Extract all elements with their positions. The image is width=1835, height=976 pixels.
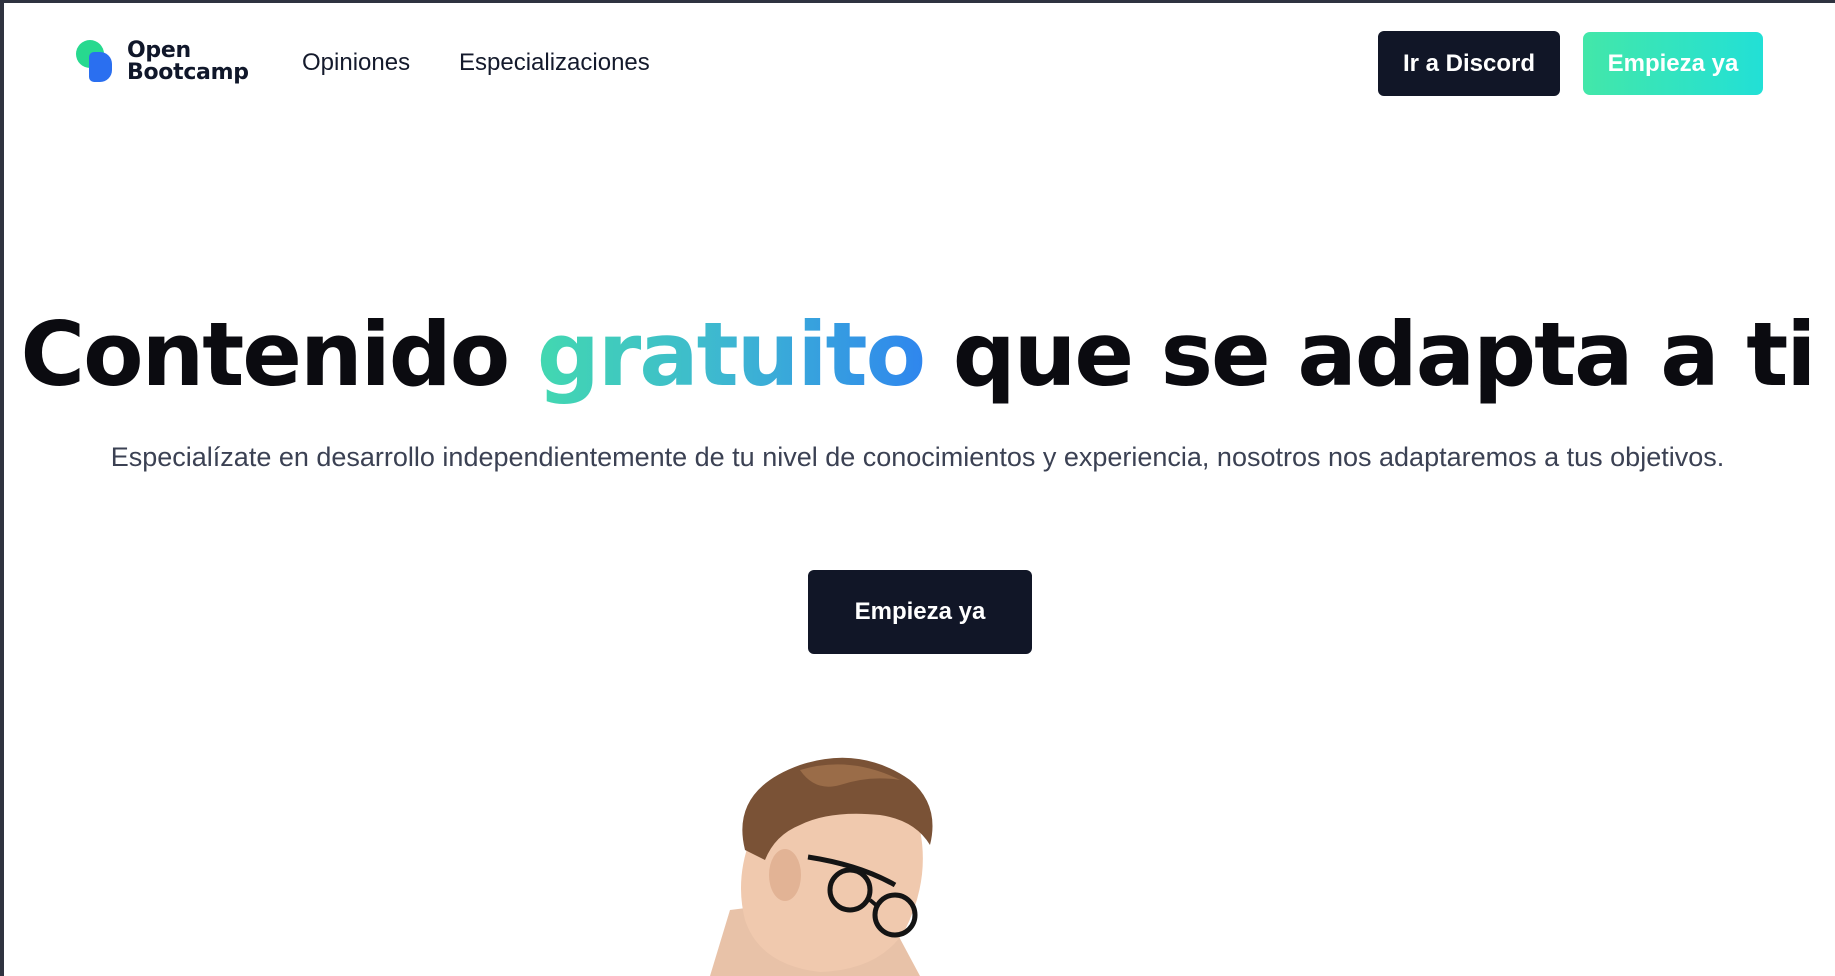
hero-title-accent: gratuito (536, 303, 926, 406)
nav-link-especializaciones[interactable]: Especializaciones (459, 46, 650, 80)
nav-link-opiniones[interactable]: Opiniones (302, 46, 410, 80)
site-header: Open Bootcamp Opiniones Especializacione… (0, 0, 1835, 125)
hero-title: Contenido gratuito que se adapta a ti (0, 300, 1835, 410)
logo-wordmark: Open Bootcamp (127, 40, 249, 84)
discord-button[interactable]: Ir a Discord (1378, 31, 1560, 96)
hero-person-image (690, 750, 1030, 976)
header-start-button[interactable]: Empieza ya (1583, 32, 1763, 95)
logo-line-2: Bootcamp (127, 60, 249, 85)
hero-subtitle: Especialízate en desarrollo independient… (110, 442, 1725, 472)
hero-title-before: Contenido (20, 303, 511, 406)
window-left-border (0, 0, 4, 976)
hero-title-after: que se adapta a ti (952, 303, 1817, 406)
hero-start-button[interactable]: Empieza ya (808, 570, 1032, 654)
logo-line-1: Open (127, 38, 191, 63)
logo[interactable]: Open Bootcamp (75, 37, 255, 87)
logo-mark-icon (75, 38, 117, 86)
